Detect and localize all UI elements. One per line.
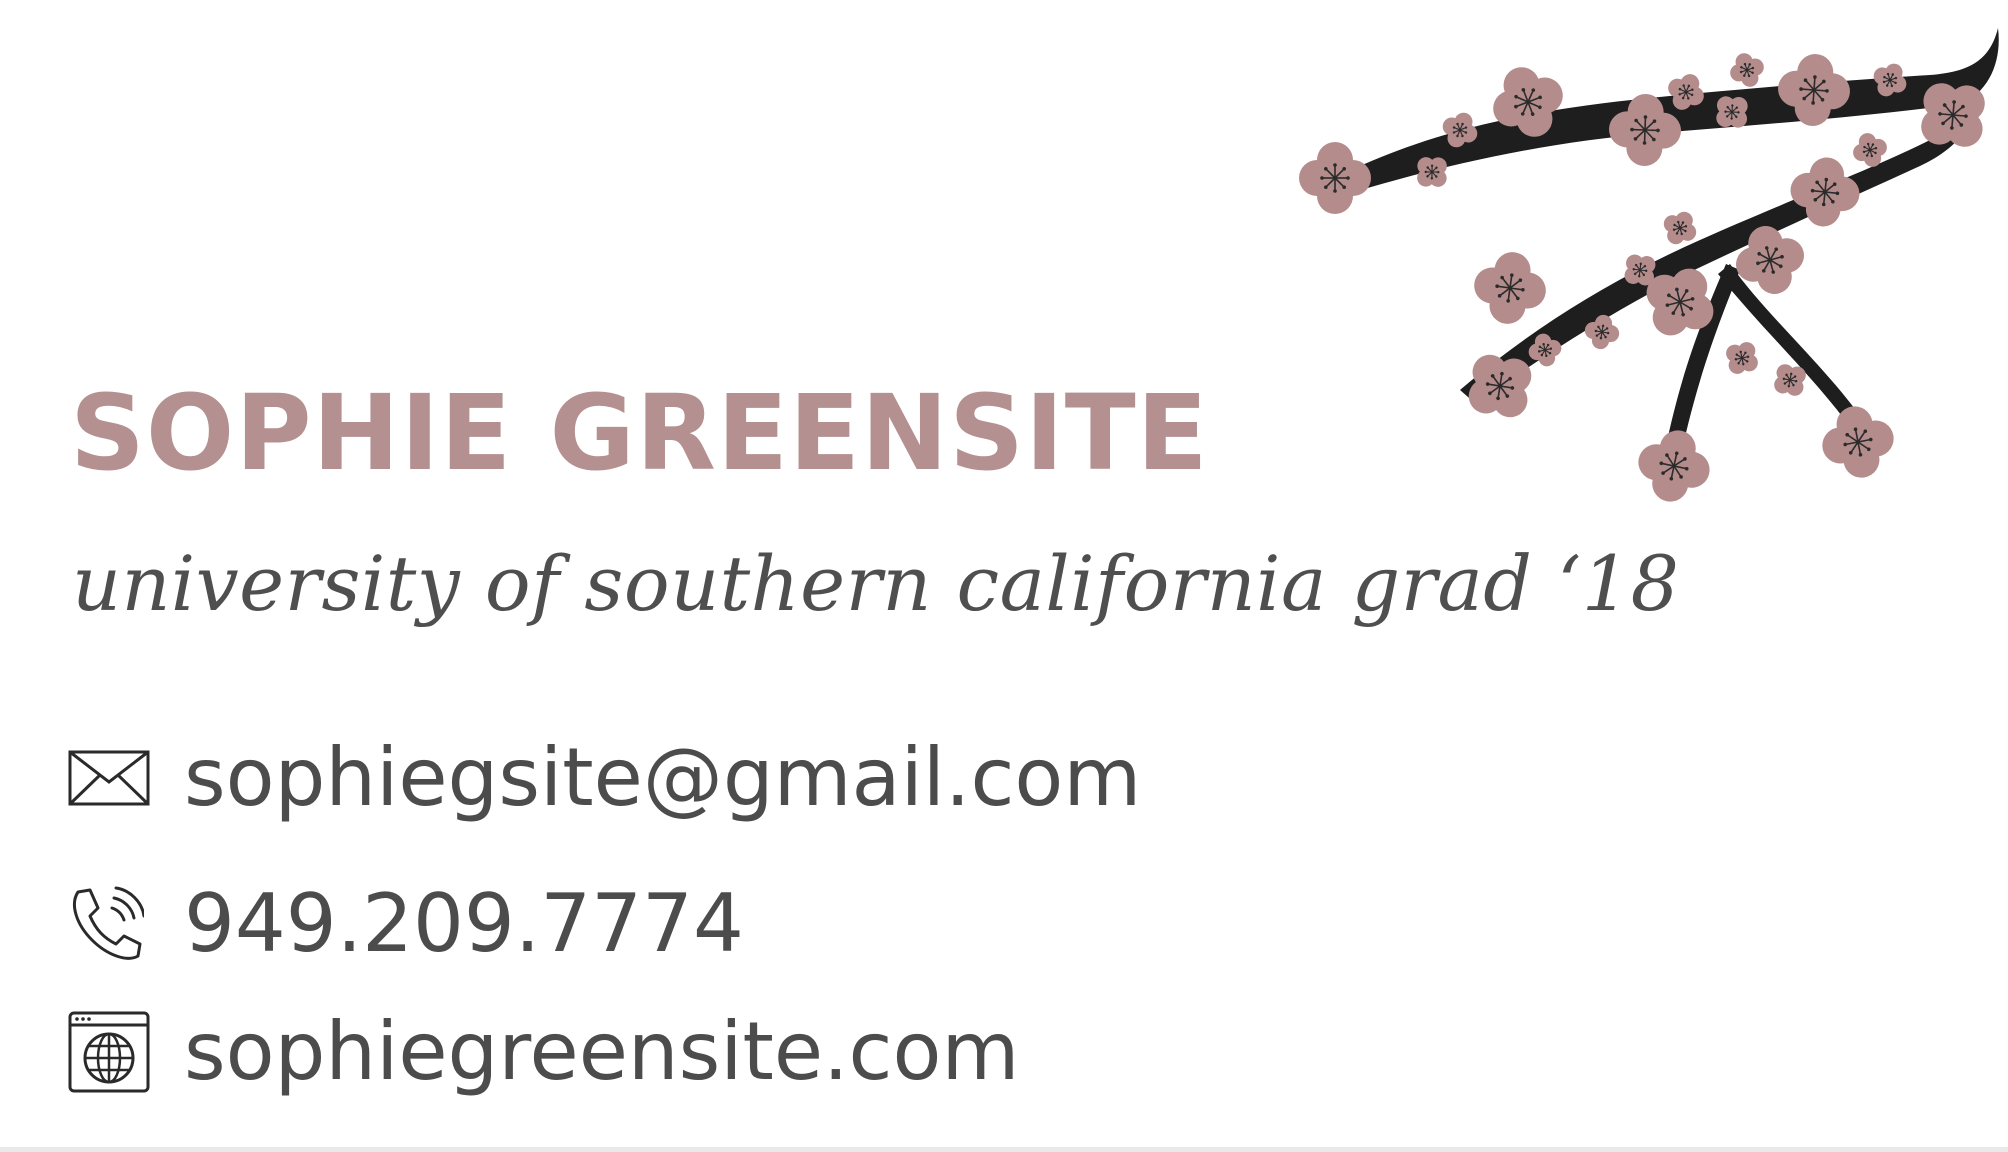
email-address[interactable]: sophiegsite@gmail.com	[184, 728, 1141, 828]
contact-phone[interactable]: 949.209.7774	[68, 874, 744, 974]
blossom	[1726, 342, 1758, 374]
blossom	[1730, 53, 1764, 87]
contact-website[interactable]: sophiegreensite.com	[68, 1002, 1019, 1102]
blossom	[1638, 430, 1710, 502]
phone-icon	[68, 881, 154, 967]
bottom-divider	[0, 1147, 2008, 1152]
phone-number[interactable]: 949.209.7774	[184, 874, 744, 974]
business-card: SOPHIE GREENSITE university of southern …	[0, 0, 2008, 1152]
blossoms	[1299, 53, 1985, 502]
blossom	[1299, 142, 1371, 214]
contact-email[interactable]: sophiegsite@gmail.com	[68, 728, 1141, 828]
person-name: SOPHIE GREENSITE	[70, 372, 1209, 494]
graduation-tagline: university of southern california grad ‘…	[72, 539, 1680, 628]
cherry-blossom-branch-illustration	[1299, 28, 1999, 502]
website-url[interactable]: sophiegreensite.com	[184, 1002, 1019, 1102]
globe-window-icon	[68, 1009, 154, 1095]
blossom	[1474, 252, 1546, 324]
envelope-icon	[68, 735, 154, 821]
blossom	[1822, 406, 1894, 478]
